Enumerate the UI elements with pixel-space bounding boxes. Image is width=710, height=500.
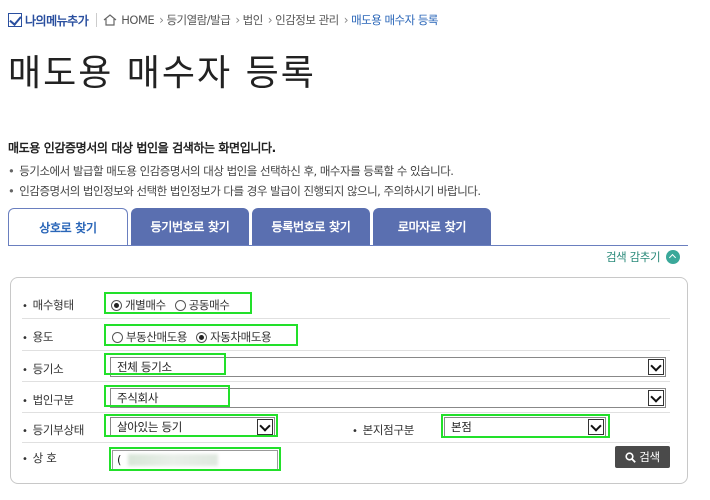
purchase-type-individual[interactable]: 개별매수: [111, 297, 166, 313]
chevron-up-icon: [666, 250, 681, 264]
description-item: 인감증명서의 법인정보와 선택한 법인정보가 다를 경우 발급이 진행되지 않으…: [8, 181, 481, 201]
usage-real-estate[interactable]: 부동산매도용: [112, 329, 187, 345]
registry-status-highlight: [104, 414, 278, 437]
usage-label: 용도: [22, 329, 54, 345]
corp-type-label: 법인구분: [22, 392, 74, 408]
row-divider: [22, 318, 670, 319]
purchase-type-joint[interactable]: 공동매수: [174, 297, 230, 313]
purchase-type-joint-label: 공동매수: [188, 298, 230, 312]
divider: [96, 13, 98, 27]
usage-real-estate-label: 부동산매도용: [126, 330, 188, 344]
purchase-type-individual-label: 개별매수: [125, 298, 166, 312]
page-description: 매도용 인감증명서의 대상 법인을 검색하는 화면입니다. 등기소에서 발급할 …: [8, 139, 481, 201]
page-title: 매도용 매수자 등록: [8, 53, 316, 94]
chevron-right-icon: ›: [235, 13, 240, 27]
usage-vehicle[interactable]: 자동차매도용: [196, 329, 272, 345]
breadcrumb: HOME › 등기열람/발급 › 법인 › 인감정보 관리 › 매도용 매수자 …: [103, 12, 441, 28]
tab-search-by-name[interactable]: 상호로 찾기: [8, 208, 128, 246]
radio-icon[interactable]: [174, 299, 186, 311]
my-menu-add-button[interactable]: 나의메뉴추가: [8, 12, 89, 29]
home-icon: [103, 14, 117, 26]
row-divider: [22, 442, 670, 443]
row-divider: [22, 381, 670, 382]
chevron-down-icon[interactable]: [648, 390, 664, 406]
breadcrumb-current: 매도용 매수자 등록: [351, 13, 439, 27]
registry-office-highlight: [104, 353, 226, 375]
tab-search-by-registration-number[interactable]: 등록번호로 찾기: [252, 208, 370, 245]
purchase-type-label: 매수형태: [22, 297, 74, 313]
row-divider: [22, 350, 670, 351]
purchase-type-radio-group: 개별매수 공동매수: [111, 297, 238, 313]
usage-radio-group: 부동산매도용 자동차매도용: [112, 329, 280, 345]
branch-type-label: 본지점구분: [352, 422, 415, 438]
radio-selected-icon[interactable]: [196, 331, 208, 343]
tab-search-by-roman[interactable]: 로마자로 찾기: [373, 208, 491, 245]
usage-vehicle-label: 자동차매도용: [210, 330, 272, 344]
chevron-right-icon: ›: [343, 13, 349, 27]
tab-underline: [8, 245, 688, 246]
breadcrumb-home[interactable]: HOME: [121, 13, 154, 27]
search-button[interactable]: 검색: [615, 446, 670, 468]
tab-search-by-registry-number[interactable]: 등기번호로 찾기: [131, 208, 249, 245]
search-icon: [625, 451, 637, 463]
top-bar: 나의메뉴추가 HOME › 등기열람/발급 › 법인 › 인감정보 관리 › 매…: [8, 10, 441, 30]
row-divider: [22, 412, 670, 413]
branch-type-highlight: [441, 414, 610, 438]
breadcrumb-registry-view[interactable]: 등기열람/발급: [166, 12, 230, 28]
description-item: 등기소에서 발급할 매도용 인감증명서의 대상 법인을 선택하신 후, 매수자를…: [8, 161, 481, 181]
chevron-right-icon: ›: [267, 13, 273, 27]
breadcrumb-seal-info[interactable]: 인감정보 관리: [275, 12, 339, 28]
chevron-right-icon: ›: [159, 13, 164, 27]
check-icon: [8, 13, 22, 27]
registry-office-label: 등기소: [22, 361, 64, 377]
registry-status-label: 등기부상태: [22, 422, 85, 438]
company-name-label: 상 호: [22, 450, 57, 466]
search-tabs: 상호로 찾기 등기번호로 찾기 등록번호로 찾기 로마자로 찾기: [8, 208, 494, 246]
radio-icon[interactable]: [112, 331, 123, 343]
radio-selected-icon[interactable]: [111, 299, 122, 311]
corp-type-highlight: [104, 385, 230, 407]
breadcrumb-corporation[interactable]: 법인: [243, 12, 264, 28]
search-button-label: 검색: [639, 450, 660, 464]
company-name-highlight: [109, 447, 281, 471]
chevron-down-icon[interactable]: [648, 359, 664, 375]
collapse-search-toggle[interactable]: 검색 감추기: [606, 249, 681, 265]
collapse-search-label: 검색 감추기: [606, 250, 661, 264]
my-menu-add-label: 나의메뉴추가: [25, 13, 89, 28]
description-heading: 매도용 인감증명서의 대상 법인을 검색하는 화면입니다.: [8, 141, 276, 155]
